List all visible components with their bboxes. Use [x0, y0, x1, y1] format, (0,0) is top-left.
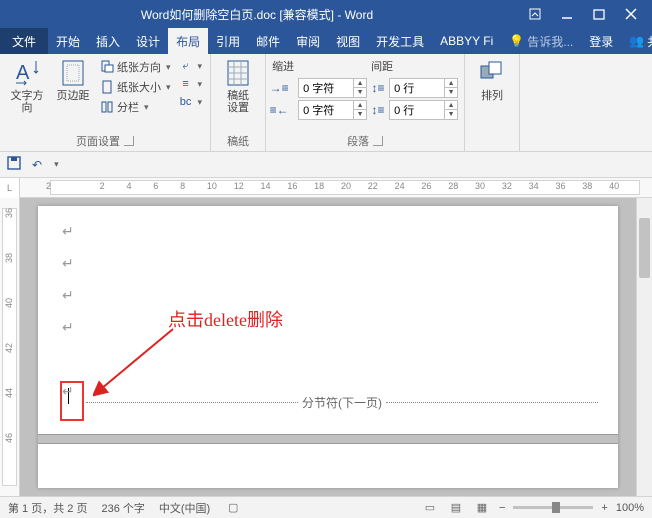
group-draft: 稿纸 设置 稿纸: [211, 54, 266, 151]
ribbon: A 文字方向 页边距 纸张方向▾ 纸张大小▾ 分栏▾ ⤶▾ ≡▾ bc▾ 页面设…: [0, 54, 652, 152]
paragraph-launcher[interactable]: [373, 136, 383, 146]
tab-file[interactable]: 文件: [0, 28, 48, 54]
share-icon: 👥: [629, 34, 644, 48]
indent-right-icon: ≡←: [272, 103, 286, 117]
zoom-level[interactable]: 100%: [616, 502, 644, 514]
tab-insert[interactable]: 插入: [88, 28, 128, 54]
tab-developer[interactable]: 开发工具: [368, 28, 432, 54]
paragraph-mark: ↵: [62, 384, 74, 401]
status-page[interactable]: 第 1 页，共 2 页: [8, 500, 87, 516]
scrollbar-thumb[interactable]: [639, 218, 650, 278]
save-icon[interactable]: [6, 155, 22, 174]
lightbulb-icon: 💡: [509, 34, 524, 48]
columns-icon: [100, 100, 114, 114]
web-layout-icon[interactable]: ▦: [473, 500, 491, 516]
ruler-corner: L: [0, 178, 20, 198]
horizontal-ruler[interactable]: 2246810121416182022242628303234363840: [20, 178, 652, 198]
space-after-input[interactable]: ▲▼: [389, 100, 458, 120]
section-break: 分节符(下一页): [86, 394, 598, 411]
tab-review[interactable]: 审阅: [288, 28, 328, 54]
paragraph-mark: ↵: [62, 321, 74, 336]
zoom-in-icon[interactable]: +: [601, 502, 607, 514]
tab-mailings[interactable]: 邮件: [248, 28, 288, 54]
size-icon: [100, 80, 114, 94]
indent-label: 缩进: [272, 58, 294, 76]
macro-record-icon[interactable]: ▢: [224, 500, 242, 516]
breaks-icon: ⤶: [179, 59, 193, 73]
titlebar: Word如何删除空白页.doc [兼容模式] - Word: [0, 0, 652, 28]
page-setup-launcher[interactable]: [124, 136, 134, 146]
tab-home[interactable]: 开始: [48, 28, 88, 54]
page-setup-label: 页面设置: [76, 133, 120, 149]
svg-text:A: A: [16, 62, 30, 84]
hyphenation-button[interactable]: bc▾: [177, 94, 205, 110]
draft-label: 稿纸: [227, 133, 249, 149]
space-before-icon: ↕≡: [371, 81, 385, 95]
paragraph-mark: ↵: [62, 289, 74, 304]
margins-icon: [58, 58, 88, 88]
page-break-gap: [38, 434, 618, 444]
ribbon-options-icon[interactable]: [528, 7, 542, 21]
maximize-icon[interactable]: [592, 7, 606, 21]
size-button[interactable]: 纸张大小▾: [98, 78, 173, 96]
document-area: 363840424446 ↵ ↵ ↵ ↵ 点击delete删除 分节符(下一页)…: [0, 198, 652, 496]
print-layout-icon[interactable]: ▤: [447, 500, 465, 516]
tab-view[interactable]: 视图: [328, 28, 368, 54]
annotation-text: 点击delete删除: [168, 306, 283, 332]
group-paragraph: 缩进 间距 →≡ ▲▼ ↕≡ ▲▼ ≡← ▲▼ ↕≡ ▲▼ 段落: [266, 54, 465, 151]
arrange-icon: [477, 58, 507, 88]
zoom-out-icon[interactable]: −: [499, 502, 505, 514]
orientation-button[interactable]: 纸张方向▾: [98, 58, 173, 76]
qat-dropdown[interactable]: ▾: [54, 159, 59, 170]
zoom-slider[interactable]: [513, 506, 593, 509]
share-button[interactable]: 👥共享: [621, 28, 652, 54]
ruler-row: L 2246810121416182022242628303234363840: [0, 178, 652, 198]
undo-icon[interactable]: ↶: [32, 158, 42, 172]
arrange-button[interactable]: 排列: [471, 58, 513, 102]
close-icon[interactable]: [624, 7, 638, 21]
status-words[interactable]: 236 个字: [101, 500, 144, 516]
line-numbers-icon: ≡: [179, 77, 193, 91]
space-after-icon: ↕≡: [371, 103, 385, 117]
line-numbers-button[interactable]: ≡▾: [177, 76, 205, 92]
statusbar: 第 1 页，共 2 页 236 个字 中文(中国) ▢ ▭ ▤ ▦ − + 10…: [0, 496, 652, 518]
text-direction-icon: A: [12, 58, 42, 88]
paragraph-label: 段落: [347, 133, 369, 149]
status-language[interactable]: 中文(中国): [159, 500, 210, 516]
tell-me[interactable]: 💡告诉我...: [501, 28, 581, 54]
paragraph-mark: ↵: [62, 225, 74, 240]
hyphenation-icon: bc: [179, 95, 193, 109]
page[interactable]: ↵ ↵ ↵ ↵ 点击delete删除 分节符(下一页) ↵ ↵: [38, 206, 618, 488]
tab-layout[interactable]: 布局: [168, 28, 208, 54]
paragraph-mark: ↵: [62, 257, 74, 272]
margins-button[interactable]: 页边距: [52, 58, 94, 102]
indent-left-input[interactable]: ▲▼: [298, 78, 367, 98]
vertical-ruler[interactable]: 363840424446: [0, 198, 20, 496]
breaks-button[interactable]: ⤶▾: [177, 58, 205, 74]
vertical-scrollbar[interactable]: [636, 198, 652, 496]
login-button[interactable]: 登录: [581, 28, 621, 54]
page-viewport[interactable]: ↵ ↵ ↵ ↵ 点击delete删除 分节符(下一页) ↵ ↵: [20, 198, 636, 496]
group-page-setup: A 文字方向 页边距 纸张方向▾ 纸张大小▾ 分栏▾ ⤶▾ ≡▾ bc▾ 页面设…: [0, 54, 211, 151]
columns-button[interactable]: 分栏▾: [98, 98, 173, 116]
tab-design[interactable]: 设计: [128, 28, 168, 54]
annotation-arrow: [93, 324, 183, 404]
draft-icon: [223, 58, 253, 88]
read-mode-icon[interactable]: ▭: [421, 500, 439, 516]
spacing-label: 间距: [371, 58, 458, 76]
ribbon-tabs: 文件 开始 插入 设计 布局 引用 邮件 审阅 视图 开发工具 ABBYY Fi…: [0, 28, 652, 54]
tab-references[interactable]: 引用: [208, 28, 248, 54]
window-title: Word如何删除空白页.doc [兼容模式] - Word: [141, 6, 373, 23]
group-arrange: 排列: [465, 54, 520, 151]
text-direction-button[interactable]: A 文字方向: [6, 58, 48, 114]
space-before-input[interactable]: ▲▼: [389, 78, 458, 98]
indent-right-input[interactable]: ▲▼: [298, 100, 367, 120]
draft-settings-button[interactable]: 稿纸 设置: [217, 58, 259, 114]
orientation-icon: [100, 60, 114, 74]
tab-abbyy[interactable]: ABBYY Fi: [432, 28, 501, 54]
indent-left-icon: →≡: [272, 81, 286, 95]
minimize-icon[interactable]: [560, 7, 574, 21]
quick-access-toolbar: ↶ ▾: [0, 152, 652, 178]
